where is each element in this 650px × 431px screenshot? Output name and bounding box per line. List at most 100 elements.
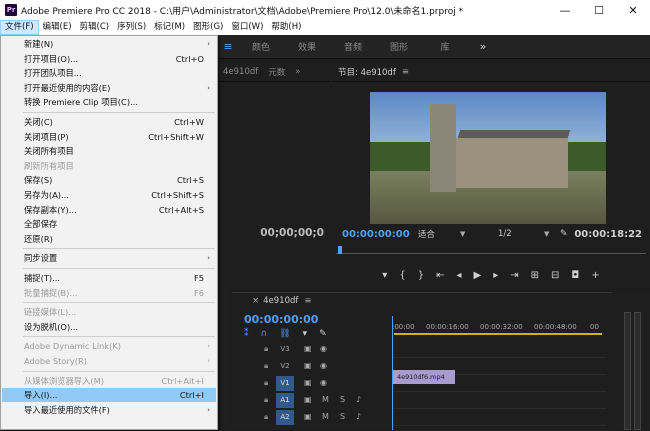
- track-label-v2[interactable]: V2: [276, 359, 294, 374]
- eye-icon[interactable]: ◉: [320, 378, 327, 387]
- mark-in-icon[interactable]: {: [399, 270, 405, 281]
- file-menu-item[interactable]: 关闭所有项目: [2, 144, 216, 158]
- program-scrubber[interactable]: [336, 246, 646, 254]
- file-menu-item[interactable]: 关闭项目(P) Ctrl+Shift+W: [2, 130, 216, 144]
- menu-edit[interactable]: 编辑(E): [39, 20, 76, 35]
- program-menu-icon[interactable]: ≡: [402, 67, 409, 77]
- workspace-color[interactable]: 颜色: [238, 40, 284, 53]
- tab-metadata[interactable]: 元数: [263, 66, 290, 78]
- file-menu-item[interactable]: 捕捉(T)... F5: [2, 271, 216, 285]
- lift-icon[interactable]: ⊞: [531, 270, 539, 281]
- add-button-icon[interactable]: +: [591, 270, 599, 281]
- nest-icon[interactable]: ⁑: [244, 329, 249, 339]
- file-menu-item[interactable]: 关闭(C) Ctrl+W: [2, 115, 216, 129]
- lock-icon[interactable]: 🔒︎: [264, 378, 268, 388]
- lock-icon[interactable]: 🔒︎: [264, 361, 268, 371]
- eye-icon[interactable]: ◉: [320, 344, 327, 353]
- mute-icon[interactable]: M: [322, 395, 329, 404]
- eye-icon[interactable]: ◉: [320, 361, 327, 370]
- sync-lock-icon[interactable]: ▣: [304, 378, 312, 387]
- mute-icon[interactable]: M: [322, 412, 329, 421]
- timeline-playhead[interactable]: [392, 316, 393, 430]
- track-label-a1[interactable]: A1: [276, 393, 294, 408]
- lock-icon[interactable]: 🔒︎: [264, 395, 268, 405]
- menu-marker[interactable]: 标记(M): [150, 20, 189, 35]
- tab-source[interactable]: 4e910df: [218, 67, 263, 77]
- minimize-button[interactable]: —: [548, 0, 582, 20]
- file-menu-item[interactable]: 设为脱机(O)...: [2, 320, 216, 334]
- file-menu-item[interactable]: 还原(R): [2, 232, 216, 246]
- playhead-icon[interactable]: [338, 246, 342, 254]
- menu-file[interactable]: 文件(F): [0, 20, 39, 35]
- file-menu-item[interactable]: 另存为(A)... Ctrl+Shift+S: [2, 188, 216, 202]
- workspace-more-icon[interactable]: »: [468, 40, 498, 53]
- time-ruler[interactable]: :00:00 00:00:16:00 00:00:32:00 00:00:48:…: [392, 317, 606, 337]
- lock-icon[interactable]: 🔒︎: [264, 344, 268, 354]
- workspace-menu-icon[interactable]: ≡: [218, 40, 238, 53]
- go-to-in-icon[interactable]: ⇤: [436, 270, 444, 281]
- menu-graphics[interactable]: 图形(G): [189, 20, 227, 35]
- export-frame-icon[interactable]: ◘: [571, 270, 579, 281]
- add-marker-icon[interactable]: ▾: [382, 270, 387, 281]
- track-lane[interactable]: [392, 392, 606, 409]
- chevron-down-icon[interactable]: ▼: [460, 230, 465, 238]
- workspace-effects[interactable]: 效果: [284, 40, 330, 53]
- solo-icon[interactable]: S: [340, 412, 345, 421]
- microphone-icon[interactable]: ♪: [356, 395, 361, 404]
- sync-lock-icon[interactable]: ▣: [304, 361, 312, 370]
- file-menu-item[interactable]: 全部保存: [2, 217, 216, 231]
- sync-lock-icon[interactable]: ▣: [304, 344, 312, 353]
- file-menu-item[interactable]: 导入(I)... Ctrl+I: [2, 388, 216, 403]
- add-marker-icon[interactable]: ▾: [303, 329, 308, 339]
- lock-icon[interactable]: 🔒︎: [264, 412, 268, 422]
- track-label-a2[interactable]: A2: [276, 410, 294, 425]
- timeline-timecode[interactable]: 00:00:00:00: [244, 313, 318, 326]
- file-menu-item[interactable]: 导入最近使用的文件(F) ›: [2, 403, 216, 417]
- track-lane[interactable]: [392, 341, 606, 358]
- go-to-out-icon[interactable]: ⇥: [510, 270, 518, 281]
- source-more-icon[interactable]: »: [290, 67, 305, 77]
- sync-lock-icon[interactable]: ▣: [304, 412, 312, 421]
- menu-window[interactable]: 窗口(W): [227, 20, 267, 35]
- maximize-button[interactable]: ☐: [582, 0, 616, 20]
- menu-clip[interactable]: 剪辑(C): [76, 20, 114, 35]
- file-menu-item[interactable]: 转换 Premiere Clip 项目(C)...: [2, 95, 216, 109]
- program-current-timecode[interactable]: 00:00:00:00: [342, 229, 410, 240]
- step-back-icon[interactable]: ◂: [456, 270, 461, 281]
- work-area-bar[interactable]: [394, 333, 602, 335]
- mark-out-icon[interactable]: }: [418, 270, 424, 281]
- play-icon[interactable]: ▶: [473, 270, 481, 281]
- close-icon[interactable]: ×: [252, 296, 259, 306]
- linked-selection-icon[interactable]: ⛓: [279, 329, 290, 339]
- step-forward-icon[interactable]: ▸: [493, 270, 498, 281]
- file-menu-item[interactable]: 保存(S) Ctrl+S: [2, 173, 216, 187]
- workspace-libraries[interactable]: 库: [422, 40, 468, 53]
- resolution-select[interactable]: 1/2: [498, 229, 512, 239]
- file-menu-item[interactable]: 保存副本(Y)... Ctrl+Alt+S: [2, 203, 216, 217]
- video-clip[interactable]: 4e910df6.mp4: [393, 370, 455, 384]
- track-label-v1[interactable]: V1: [276, 376, 294, 391]
- wrench-icon[interactable]: ✎: [319, 329, 327, 339]
- menu-help[interactable]: 帮助(H): [267, 20, 305, 35]
- timeline-tab[interactable]: 4e910df: [263, 296, 298, 306]
- file-menu-item[interactable]: 打开最近使用的内容(E) ›: [2, 81, 216, 95]
- sync-lock-icon[interactable]: ▣: [304, 395, 312, 404]
- file-menu-item[interactable]: 打开项目(O)... Ctrl+O: [2, 52, 216, 66]
- snap-icon[interactable]: ∩: [261, 329, 268, 339]
- wrench-icon[interactable]: ✎: [560, 229, 568, 239]
- close-button[interactable]: ✕: [616, 0, 650, 20]
- workspace-graphics[interactable]: 图形: [376, 40, 422, 53]
- zoom-fit-select[interactable]: 适合: [418, 228, 435, 240]
- workspace-audio[interactable]: 音频: [330, 40, 376, 53]
- microphone-icon[interactable]: ♪: [356, 412, 361, 421]
- chevron-down-icon[interactable]: ▼: [544, 230, 549, 238]
- timeline-menu-icon[interactable]: ≡: [304, 296, 311, 306]
- file-menu-item[interactable]: 新建(N) ›: [2, 37, 216, 51]
- file-menu-item[interactable]: 打开团队项目...: [2, 66, 216, 80]
- solo-icon[interactable]: S: [340, 395, 345, 404]
- menu-sequence[interactable]: 序列(S): [113, 20, 150, 35]
- extract-icon[interactable]: ⊟: [551, 270, 559, 281]
- track-label-v3[interactable]: V3: [276, 342, 294, 357]
- track-lane[interactable]: [392, 409, 606, 426]
- program-title[interactable]: 节目: 4e910df: [338, 66, 396, 78]
